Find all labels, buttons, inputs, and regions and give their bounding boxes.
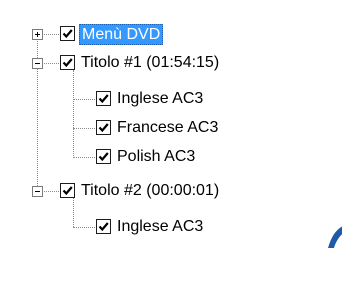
menu-dvd-checkbox[interactable] [60,26,75,41]
tree-node-label[interactable]: Francese AC3 [115,118,220,137]
tree-line [73,157,95,158]
check-icon [98,123,109,133]
tree-node-label[interactable]: Titolo #1 (01:54:15) [79,53,221,72]
tree-node-label[interactable]: Titolo #2 (00:00:01) [79,181,221,200]
expand-button[interactable] [32,29,43,40]
check-icon [62,29,73,39]
minus-icon [35,63,40,64]
tree-node-label[interactable]: Inglese AC3 [115,89,205,108]
check-icon [98,152,109,162]
tree-panel: Menù DVD Titolo #1 (01:54:15) Inglese AC… [0,0,342,295]
check-icon [98,222,109,232]
audio-track-checkbox[interactable] [96,120,111,135]
tree-line [73,128,95,129]
tree-line [73,70,74,158]
title-2-checkbox[interactable] [60,183,75,198]
dvd-structure-tree: Menù DVD Titolo #1 (01:54:15) Inglese AC… [0,0,342,295]
audio-track-checkbox[interactable] [96,149,111,164]
title-1-checkbox[interactable] [60,55,75,70]
collapse-button[interactable] [32,58,43,69]
tree-line [73,198,74,227]
tree-node-label[interactable]: Menù DVD [79,24,164,45]
check-icon [62,186,73,196]
tree-line [73,227,95,228]
check-icon [62,58,73,68]
tree-line [42,34,59,35]
tree-line [42,191,59,192]
minus-icon [35,191,40,192]
audio-track-checkbox[interactable] [96,91,111,106]
audio-track-checkbox[interactable] [96,219,111,234]
check-icon [98,94,109,104]
collapse-button[interactable] [32,186,43,197]
plus-icon-vertical [37,32,38,37]
tree-line [73,99,95,100]
logo-fragment-icon [325,224,342,250]
tree-node-label[interactable]: Polish AC3 [115,147,197,166]
tree-line [42,63,59,64]
tree-node-label[interactable]: Inglese AC3 [115,217,205,236]
